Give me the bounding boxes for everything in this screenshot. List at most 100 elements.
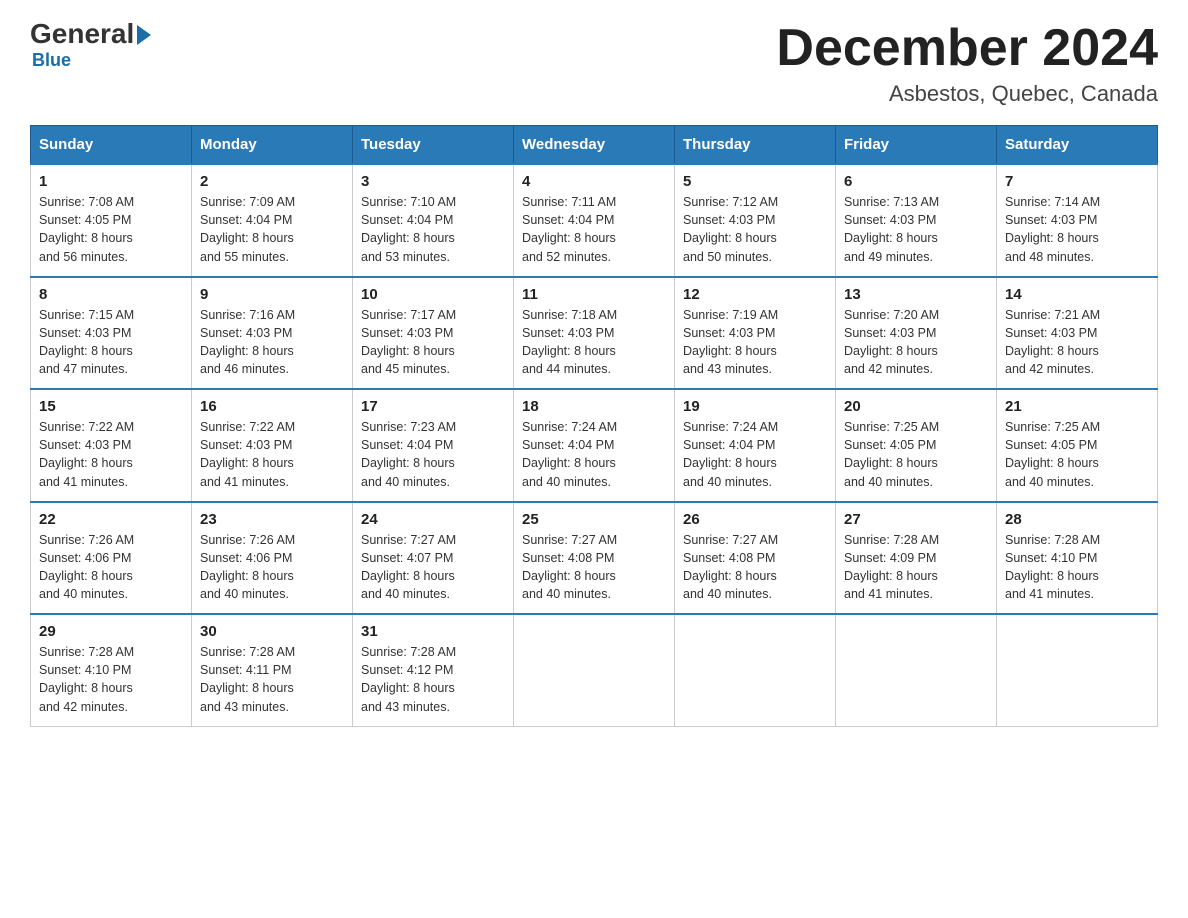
day-info: Sunrise: 7:28 AMSunset: 4:10 PMDaylight:… <box>39 643 183 716</box>
day-number: 24 <box>361 511 505 528</box>
calendar-cell: 17 Sunrise: 7:23 AMSunset: 4:04 PMDayligh… <box>353 389 514 502</box>
day-info: Sunrise: 7:25 AMSunset: 4:05 PMDaylight:… <box>1005 418 1149 491</box>
calendar-cell: 27 Sunrise: 7:28 AMSunset: 4:09 PMDayligh… <box>836 502 997 615</box>
day-number: 13 <box>844 286 988 303</box>
calendar-cell: 9Sunrise: 7:16 AMSunset: 4:03 PMDaylight… <box>192 277 353 390</box>
calendar-cell: 13Sunrise: 7:20 AMSunset: 4:03 PMDayligh… <box>836 277 997 390</box>
day-number: 11 <box>522 286 666 303</box>
calendar-cell: 15Sunrise: 7:22 AMSunset: 4:03 PMDayligh… <box>31 389 192 502</box>
day-number: 31 <box>361 623 505 640</box>
calendar-cell: 4Sunrise: 7:11 AMSunset: 4:04 PMDaylight… <box>514 164 675 277</box>
day-number: 2 <box>200 173 344 190</box>
logo-arrow-icon <box>137 25 151 45</box>
day-number: 8 <box>39 286 183 303</box>
day-info: Sunrise: 7:21 AMSunset: 4:03 PMDaylight:… <box>1005 306 1149 379</box>
header: General Blue December 2024 Asbestos, Que… <box>30 20 1158 107</box>
weekday-header-sunday: Sunday <box>31 126 192 165</box>
calendar-cell: 6 Sunrise: 7:13 AMSunset: 4:03 PMDaylight… <box>836 164 997 277</box>
weekday-header-wednesday: Wednesday <box>514 126 675 165</box>
day-number: 29 <box>39 623 183 640</box>
calendar-cell: 3Sunrise: 7:10 AMSunset: 4:04 PMDaylight… <box>353 164 514 277</box>
logo-general-text: General <box>30 20 134 48</box>
week-row-1: 1Sunrise: 7:08 AMSunset: 4:05 PMDaylight… <box>31 164 1158 277</box>
weekday-header-monday: Monday <box>192 126 353 165</box>
day-info: Sunrise: 7:27 AMSunset: 4:07 PMDaylight:… <box>361 531 505 604</box>
month-year-title: December 2024 <box>776 20 1158 77</box>
calendar-cell: 19 Sunrise: 7:24 AMSunset: 4:04 PMDayligh… <box>675 389 836 502</box>
calendar-cell: 30Sunrise: 7:28 AMSunset: 4:11 PMDayligh… <box>192 614 353 726</box>
calendar-cell <box>836 614 997 726</box>
weekday-header-row: SundayMondayTuesdayWednesdayThursdayFrid… <box>31 126 1158 165</box>
calendar-cell: 20 Sunrise: 7:25 AMSunset: 4:05 PMDayligh… <box>836 389 997 502</box>
calendar-cell: 8 Sunrise: 7:15 AMSunset: 4:03 PMDaylight… <box>31 277 192 390</box>
day-number: 22 <box>39 511 183 528</box>
day-number: 7 <box>1005 173 1149 190</box>
day-number: 4 <box>522 173 666 190</box>
calendar-cell: 18 Sunrise: 7:24 AMSunset: 4:04 PMDayligh… <box>514 389 675 502</box>
day-number: 25 <box>522 511 666 528</box>
day-number: 14 <box>1005 286 1149 303</box>
calendar-cell: 5Sunrise: 7:12 AMSunset: 4:03 PMDaylight… <box>675 164 836 277</box>
day-info: Sunrise: 7:23 AMSunset: 4:04 PMDaylight:… <box>361 418 505 491</box>
day-info: Sunrise: 7:24 AMSunset: 4:04 PMDaylight:… <box>522 418 666 491</box>
day-info: Sunrise: 7:19 AMSunset: 4:03 PMDaylight:… <box>683 306 827 379</box>
day-info: Sunrise: 7:14 AMSunset: 4:03 PMDaylight:… <box>1005 193 1149 266</box>
location-subtitle: Asbestos, Quebec, Canada <box>776 81 1158 107</box>
day-number: 20 <box>844 398 988 415</box>
calendar-cell <box>675 614 836 726</box>
calendar-cell <box>997 614 1158 726</box>
calendar-cell: 25 Sunrise: 7:27 AMSunset: 4:08 PMDayligh… <box>514 502 675 615</box>
day-number: 10 <box>361 286 505 303</box>
calendar-cell: 7 Sunrise: 7:14 AMSunset: 4:03 PMDaylight… <box>997 164 1158 277</box>
day-number: 17 <box>361 398 505 415</box>
calendar-cell: 31 Sunrise: 7:28 AMSunset: 4:12 PMDayligh… <box>353 614 514 726</box>
day-number: 5 <box>683 173 827 190</box>
day-info: Sunrise: 7:22 AMSunset: 4:03 PMDaylight:… <box>200 418 344 491</box>
day-number: 18 <box>522 398 666 415</box>
day-info: Sunrise: 7:27 AMSunset: 4:08 PMDaylight:… <box>683 531 827 604</box>
week-row-5: 29 Sunrise: 7:28 AMSunset: 4:10 PMDayligh… <box>31 614 1158 726</box>
weekday-header-thursday: Thursday <box>675 126 836 165</box>
day-info: Sunrise: 7:26 AMSunset: 4:06 PMDaylight:… <box>39 531 183 604</box>
calendar-cell: 21Sunrise: 7:25 AMSunset: 4:05 PMDayligh… <box>997 389 1158 502</box>
calendar-cell: 1Sunrise: 7:08 AMSunset: 4:05 PMDaylight… <box>31 164 192 277</box>
weekday-header-friday: Friday <box>836 126 997 165</box>
calendar-cell: 24 Sunrise: 7:27 AMSunset: 4:07 PMDayligh… <box>353 502 514 615</box>
day-info: Sunrise: 7:22 AMSunset: 4:03 PMDaylight:… <box>39 418 183 491</box>
calendar-cell: 22 Sunrise: 7:26 AMSunset: 4:06 PMDayligh… <box>31 502 192 615</box>
day-info: Sunrise: 7:28 AMSunset: 4:11 PMDaylight:… <box>200 643 344 716</box>
calendar-table: SundayMondayTuesdayWednesdayThursdayFrid… <box>30 125 1158 727</box>
day-info: Sunrise: 7:28 AMSunset: 4:10 PMDaylight:… <box>1005 531 1149 604</box>
day-info: Sunrise: 7:17 AMSunset: 4:03 PMDaylight:… <box>361 306 505 379</box>
calendar-cell <box>514 614 675 726</box>
calendar-cell: 11Sunrise: 7:18 AMSunset: 4:03 PMDayligh… <box>514 277 675 390</box>
calendar-cell: 14 Sunrise: 7:21 AMSunset: 4:03 PMDayligh… <box>997 277 1158 390</box>
day-info: Sunrise: 7:28 AMSunset: 4:09 PMDaylight:… <box>844 531 988 604</box>
calendar-cell: 29 Sunrise: 7:28 AMSunset: 4:10 PMDayligh… <box>31 614 192 726</box>
day-number: 28 <box>1005 511 1149 528</box>
day-info: Sunrise: 7:15 AMSunset: 4:03 PMDaylight:… <box>39 306 183 379</box>
calendar-cell: 12Sunrise: 7:19 AMSunset: 4:03 PMDayligh… <box>675 277 836 390</box>
day-info: Sunrise: 7:13 AMSunset: 4:03 PMDaylight:… <box>844 193 988 266</box>
day-info: Sunrise: 7:09 AMSunset: 4:04 PMDaylight:… <box>200 193 344 266</box>
calendar-cell: 28 Sunrise: 7:28 AMSunset: 4:10 PMDayligh… <box>997 502 1158 615</box>
day-number: 26 <box>683 511 827 528</box>
day-number: 6 <box>844 173 988 190</box>
day-info: Sunrise: 7:24 AMSunset: 4:04 PMDaylight:… <box>683 418 827 491</box>
day-number: 27 <box>844 511 988 528</box>
calendar-cell: 16 Sunrise: 7:22 AMSunset: 4:03 PMDayligh… <box>192 389 353 502</box>
day-info: Sunrise: 7:27 AMSunset: 4:08 PMDaylight:… <box>522 531 666 604</box>
logo: General Blue <box>30 20 154 71</box>
calendar-cell: 10 Sunrise: 7:17 AMSunset: 4:03 PMDayligh… <box>353 277 514 390</box>
day-info: Sunrise: 7:28 AMSunset: 4:12 PMDaylight:… <box>361 643 505 716</box>
week-row-2: 8 Sunrise: 7:15 AMSunset: 4:03 PMDaylight… <box>31 277 1158 390</box>
day-info: Sunrise: 7:25 AMSunset: 4:05 PMDaylight:… <box>844 418 988 491</box>
day-number: 19 <box>683 398 827 415</box>
week-row-4: 22 Sunrise: 7:26 AMSunset: 4:06 PMDayligh… <box>31 502 1158 615</box>
title-area: December 2024 Asbestos, Quebec, Canada <box>776 20 1158 107</box>
day-number: 23 <box>200 511 344 528</box>
week-row-3: 15Sunrise: 7:22 AMSunset: 4:03 PMDayligh… <box>31 389 1158 502</box>
day-info: Sunrise: 7:16 AMSunset: 4:03 PMDaylight:… <box>200 306 344 379</box>
day-number: 16 <box>200 398 344 415</box>
day-number: 1 <box>39 173 183 190</box>
